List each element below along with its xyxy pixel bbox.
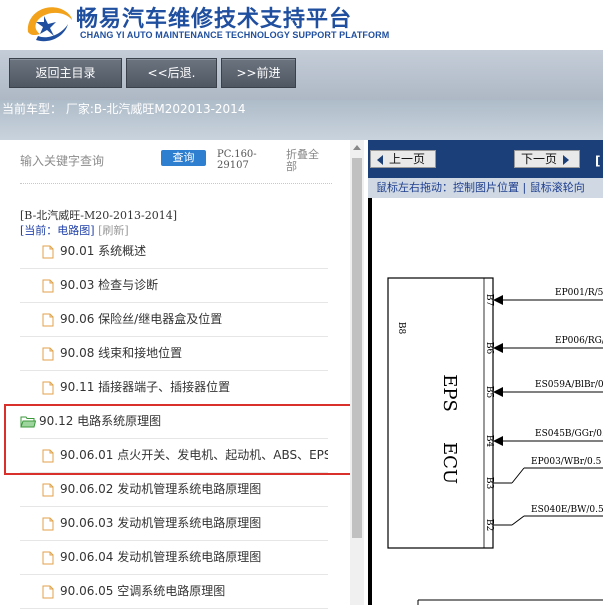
document-icon xyxy=(42,517,54,530)
tree-scrollbar[interactable] xyxy=(350,140,364,605)
tree-item[interactable]: 90.06.02 发动机管理系统电路原理图 xyxy=(20,473,328,507)
wire-row: B2 ES040E/BW/0.5 xyxy=(484,505,603,531)
wire-row: B4 ES045B/GGr/0.5 xyxy=(484,429,603,447)
document-icon xyxy=(42,245,54,258)
diagram-viewer: 上一页 下一页 [ 鼠标左右拖动：控制图片位置 | 鼠标滚轮向 EPS ECU … xyxy=(368,140,603,605)
next-page-label: 下一页 xyxy=(521,152,558,166)
brand-subtitle: CHANG YI AUTO MAINTENANCE TECHNOLOGY SUP… xyxy=(80,30,390,40)
wire-row: B5 ES059A/BlBr/0.5 xyxy=(484,380,603,398)
tree-item[interactable]: 90.03 检查与诊断 xyxy=(20,269,328,303)
wire-label: ES040E/BW/0.5 xyxy=(531,505,603,515)
wire-row: B7 EP001/R/5.0 xyxy=(484,288,603,306)
back-button[interactable]: <<后退. xyxy=(126,58,217,88)
header: 畅易汽车维修技术支持平台 CHANG YI AUTO MAINTENANCE T… xyxy=(0,0,603,50)
tree-item[interactable]: 90.11 插接器端子、插接器位置 xyxy=(20,371,328,405)
module-label-eps: EPS xyxy=(439,374,460,412)
pin-label: B3 xyxy=(484,477,494,490)
divider xyxy=(20,183,332,184)
tree-item-label: 90.06.05 空调系统电路原理图 xyxy=(60,584,226,598)
tree-item[interactable]: 90.06.03 发动机管理系统电路原理图 xyxy=(20,507,328,541)
pin-label: B6 xyxy=(484,342,494,355)
document-icon xyxy=(42,347,54,360)
wire-row: B3 EP003/WBr/0.5 xyxy=(484,457,603,489)
tree-path: [B-北汽威旺-M20-2013-2014] xyxy=(20,209,177,222)
pin-label: B7 xyxy=(484,294,494,307)
toolbar: 返回主目录 <<后退. >>前进 xyxy=(0,50,603,100)
tree-item-label: 90.06.01 点火开关、发电机、起动机、ABS、EPS、 xyxy=(60,448,328,462)
document-icon xyxy=(42,381,54,394)
forward-button[interactable]: >>前进 xyxy=(221,58,296,88)
tree-item[interactable]: 90.06.05 空调系统电路原理图 xyxy=(20,575,328,609)
tree-item[interactable]: 90.06.04 发动机管理系统电路原理图 xyxy=(20,541,328,575)
tree-item[interactable]: 90.06.01 点火开关、发电机、起动机、ABS、EPS、 xyxy=(20,439,328,473)
next-page-button[interactable]: 下一页 xyxy=(514,150,580,168)
tree-item-label: 90.06.02 发动机管理系统电路原理图 xyxy=(60,482,262,496)
wire-label: EP006/RG/0. xyxy=(555,336,603,346)
brand-title: 畅易汽车维修技术支持平台 xyxy=(76,7,353,32)
document-icon xyxy=(42,551,54,564)
document-icon xyxy=(42,279,54,292)
triangle-right-icon xyxy=(563,154,570,165)
wire-label: ES045B/GGr/0.5 xyxy=(535,429,603,439)
prev-page-button[interactable]: 上一页 xyxy=(370,150,436,168)
tree-item-label: 90.08 线束和接地位置 xyxy=(60,346,183,360)
tree-item[interactable]: 90.08 线束和接地位置 xyxy=(20,337,328,371)
pin-label: B2 xyxy=(484,519,494,531)
document-icon xyxy=(42,313,54,326)
search-input[interactable] xyxy=(20,152,150,170)
chang-yi-logo-icon xyxy=(27,7,73,42)
pc-code: PC.160-29107 xyxy=(217,149,257,171)
wire-label: ES059A/BlBr/0.5 xyxy=(535,380,603,390)
tree-item[interactable]: 90.01 系统概述 xyxy=(20,235,328,269)
tree-item-label: 90.01 系统概述 xyxy=(60,244,147,258)
tree-item-label: 90.11 插接器端子、插接器位置 xyxy=(60,380,231,394)
tree-item[interactable]: 90.06 保险丝/继电器盒及位置 xyxy=(20,303,328,337)
open-folder-icon xyxy=(20,416,36,428)
viewer-hint: 鼠标左右拖动：控制图片位置 | 鼠标滚轮向 xyxy=(368,178,603,198)
tree-panel: 查询 PC.160-29107 折叠全部 [B-北汽威旺-M20-2013-20… xyxy=(0,140,360,609)
document-icon xyxy=(42,483,54,496)
viewer-extra-label: [ xyxy=(595,154,601,168)
triangle-left-icon xyxy=(377,154,383,165)
wire-label: EP001/R/5.0 xyxy=(555,288,603,298)
wire-label: EP003/WBr/0.5 xyxy=(531,457,602,467)
document-icon xyxy=(42,585,54,598)
pin-label: B5 xyxy=(484,386,494,399)
tree-item-label: 90.06.03 发动机管理系统电路原理图 xyxy=(60,516,262,530)
tree-item-label: 90.03 检查与诊断 xyxy=(60,278,159,292)
pin-label: B4 xyxy=(484,435,494,448)
module-label-ecu: ECU xyxy=(439,442,460,484)
wiring-diagram-svg: EPS ECU B8 B7 EP001/R/5.0 B6 EP006/RG/0.… xyxy=(387,277,603,605)
wire-row: B6 EP006/RG/0. xyxy=(484,336,603,354)
query-button[interactable]: 查询 xyxy=(161,150,206,166)
document-icon xyxy=(42,449,54,462)
tree-item-label: 90.12 电路系统原理图 xyxy=(39,414,162,428)
side-pin-label: B8 xyxy=(396,322,406,335)
tree-item-label: 90.06 保险丝/继电器盒及位置 xyxy=(60,312,223,326)
scroll-up-arrow-icon[interactable] xyxy=(353,145,361,150)
scrollbar-thumb[interactable] xyxy=(352,158,362,538)
collapse-all-link[interactable]: 折叠全部 xyxy=(286,149,326,173)
wiring-diagram[interactable]: EPS ECU B8 B7 EP001/R/5.0 B6 EP006/RG/0.… xyxy=(372,198,603,605)
prev-page-label: 上一页 xyxy=(389,152,426,166)
viewer-nav: 上一页 下一页 [ xyxy=(368,140,603,178)
tree-item-label: 90.06.04 发动机管理系统电路原理图 xyxy=(60,550,262,564)
current-car-label: 当前车型： 厂家:B-北汽威旺M202013-2014 xyxy=(2,102,246,116)
tree-folder-item[interactable]: 90.12 电路系统原理图 xyxy=(20,405,328,439)
home-button[interactable]: 返回主目录 xyxy=(9,58,122,88)
car-model-bar: 当前车型： 厂家:B-北汽威旺M202013-2014 xyxy=(0,100,603,140)
